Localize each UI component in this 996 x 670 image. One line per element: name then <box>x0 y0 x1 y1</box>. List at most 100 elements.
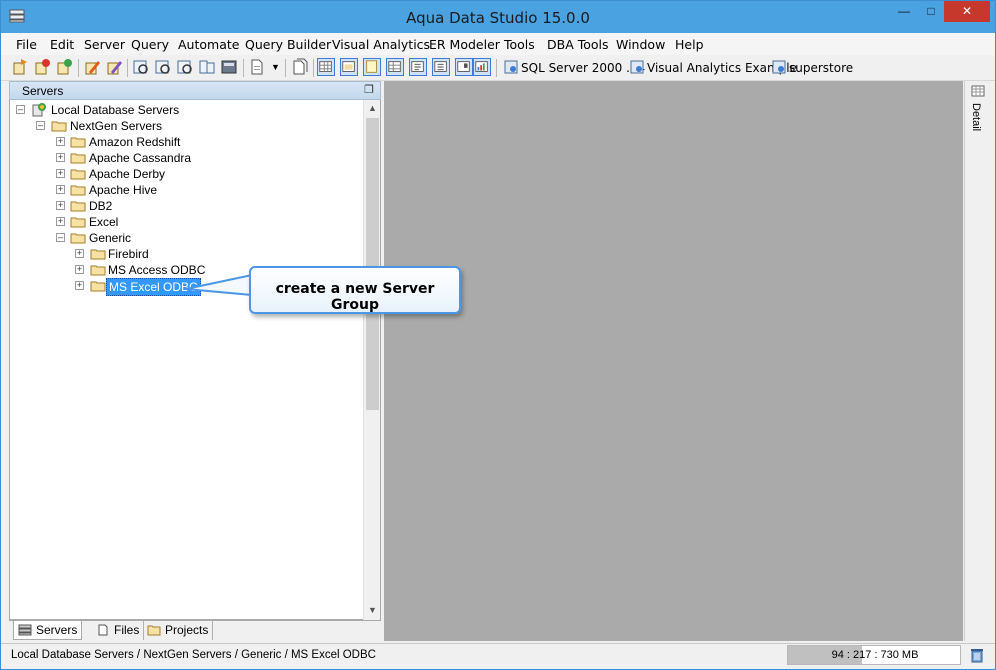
tree-node-excel[interactable]: + Excel <box>14 214 354 230</box>
files-tab-icon <box>98 624 108 636</box>
layout-view-icon[interactable] <box>455 58 473 76</box>
menu-query[interactable]: Query <box>131 37 169 52</box>
tab-servers[interactable]: Servers <box>13 621 83 640</box>
expand-icon[interactable]: + <box>56 137 65 146</box>
server-properties-icon[interactable] <box>105 58 123 76</box>
tree-node-local-database-servers[interactable]: – Local Database Servers <box>14 102 354 118</box>
servers-panel: Servers ❐ – Local Database Servers – Nex… <box>9 81 381 641</box>
tree-node-apache-derby[interactable]: + Apache Derby <box>14 166 354 182</box>
query-window-icon[interactable] <box>154 58 172 76</box>
connect-icon[interactable] <box>55 58 73 76</box>
edit-server-icon[interactable] <box>83 58 101 76</box>
tree-scrollbar[interactable]: ▲ ▼ <box>363 100 380 620</box>
tree-node-firebird[interactable]: + Firebird <box>14 246 354 262</box>
chart-view-icon[interactable] <box>473 58 491 76</box>
close-button[interactable]: ✕ <box>944 1 990 22</box>
tree-label: Apache Cassandra <box>89 151 192 165</box>
expand-icon[interactable]: + <box>56 169 65 178</box>
tree-label: NextGen Servers <box>70 119 163 133</box>
open-file-icon[interactable] <box>291 58 309 76</box>
servers-panel-title: Servers <box>22 84 64 98</box>
collapse-icon[interactable]: – <box>56 233 65 242</box>
scrollbar-thumb[interactable] <box>366 118 379 410</box>
text-view-icon[interactable] <box>340 58 358 76</box>
expand-icon[interactable]: + <box>75 249 84 258</box>
tree-node-generic[interactable]: – Generic <box>14 230 354 246</box>
compare-icon[interactable] <box>198 58 216 76</box>
table-view-icon[interactable] <box>386 58 404 76</box>
expand-icon[interactable]: + <box>75 265 84 274</box>
find-icon[interactable] <box>176 58 194 76</box>
tree-label: Apache Derby <box>89 167 166 181</box>
menu-dba-tools[interactable]: DBA Tools <box>547 37 609 52</box>
database-servers-icon <box>32 103 46 117</box>
expand-icon[interactable]: + <box>56 201 65 210</box>
tree-label: Apache Hive <box>89 183 158 197</box>
menu-edit[interactable]: Edit <box>50 37 74 52</box>
scroll-down-icon[interactable]: ▼ <box>364 602 381 618</box>
callout-pointer <box>185 273 253 297</box>
schema-script-icon[interactable] <box>220 58 238 76</box>
expand-icon[interactable]: + <box>56 217 65 226</box>
folder-icon <box>70 153 86 164</box>
tree-label: Local Database Servers <box>51 103 180 117</box>
panel-tabs: Servers Files Projects <box>9 620 381 641</box>
superstore-label: superstore <box>789 61 854 75</box>
toolbar: ▼ SQL Server 2000 .54 Visual Analytics E… <box>1 55 995 81</box>
expand-icon[interactable]: + <box>56 153 65 162</box>
scroll-up-icon[interactable]: ▲ <box>364 100 381 116</box>
server-connection-icon <box>630 60 644 74</box>
tree-label: Firebird <box>108 247 149 261</box>
note-view-icon[interactable] <box>363 58 381 76</box>
menu-automate[interactable]: Automate <box>178 37 239 52</box>
menu-er-modeler[interactable]: ER Modeler <box>429 37 500 52</box>
memory-text: 94 : 217 : 730 MB <box>831 649 919 661</box>
tab-servers-label: Servers <box>36 623 78 637</box>
minimize-button[interactable]: — <box>891 1 917 22</box>
menu-help[interactable]: Help <box>675 37 704 52</box>
register-server-icon[interactable] <box>11 58 29 76</box>
menu-server[interactable]: Server <box>84 37 125 52</box>
new-file-icon[interactable] <box>248 58 266 76</box>
expand-icon[interactable]: + <box>75 281 84 290</box>
tree-label: Amazon Redshift <box>89 135 181 149</box>
grid-view-icon[interactable] <box>317 58 335 76</box>
callout-text: create a new Server Group <box>275 281 435 313</box>
garbage-collect-icon[interactable] <box>969 647 985 663</box>
collapse-icon[interactable]: – <box>36 121 45 130</box>
tab-files[interactable]: Files <box>92 621 145 640</box>
detail-grid-icon[interactable] <box>971 85 985 97</box>
servers-tab-icon <box>18 624 32 636</box>
menu-file[interactable]: File <box>16 37 37 52</box>
sql-server-2000-label: SQL Server 2000 .54 <box>521 61 646 75</box>
dropdown-arrow-icon[interactable]: ▼ <box>271 62 280 72</box>
superstore-link[interactable]: superstore <box>772 60 853 75</box>
list-view-icon[interactable] <box>432 58 450 76</box>
query-analyzer-icon[interactable] <box>132 58 150 76</box>
tree-node-nextgen-servers[interactable]: – NextGen Servers <box>14 118 354 134</box>
status-bar: Local Database Servers / NextGen Servers… <box>1 643 995 669</box>
restore-panel-icon[interactable]: ❐ <box>364 83 374 96</box>
tab-projects[interactable]: Projects <box>143 621 214 640</box>
folder-icon <box>70 185 86 196</box>
annotation-callout: create a new Server Group <box>249 266 461 314</box>
pivot-view-icon[interactable] <box>409 58 427 76</box>
tree-node-apache-cassandra[interactable]: + Apache Cassandra <box>14 150 354 166</box>
servers-panel-header: Servers ❐ <box>9 81 381 100</box>
folder-icon <box>70 217 86 228</box>
tree-node-amazon-redshift[interactable]: + Amazon Redshift <box>14 134 354 150</box>
menu-window[interactable]: Window <box>616 37 665 52</box>
menu-tools[interactable]: Tools <box>504 37 535 52</box>
tree-node-apache-hive[interactable]: + Apache Hive <box>14 182 354 198</box>
memory-indicator: 94 : 217 : 730 MB <box>787 645 961 665</box>
unregister-server-icon[interactable] <box>33 58 51 76</box>
sql-server-2000-link[interactable]: SQL Server 2000 .54 <box>504 60 645 75</box>
tree-node-db2[interactable]: + DB2 <box>14 198 354 214</box>
expand-icon[interactable]: + <box>56 185 65 194</box>
menu-query-builder[interactable]: Query Builder <box>245 37 331 52</box>
menu-visual-analytics[interactable]: Visual Analytics <box>332 37 430 52</box>
collapse-icon[interactable]: – <box>16 105 25 114</box>
detail-tab[interactable]: Detail <box>970 103 982 131</box>
maximize-button[interactable]: □ <box>918 1 944 22</box>
projects-tab-icon <box>147 625 161 636</box>
